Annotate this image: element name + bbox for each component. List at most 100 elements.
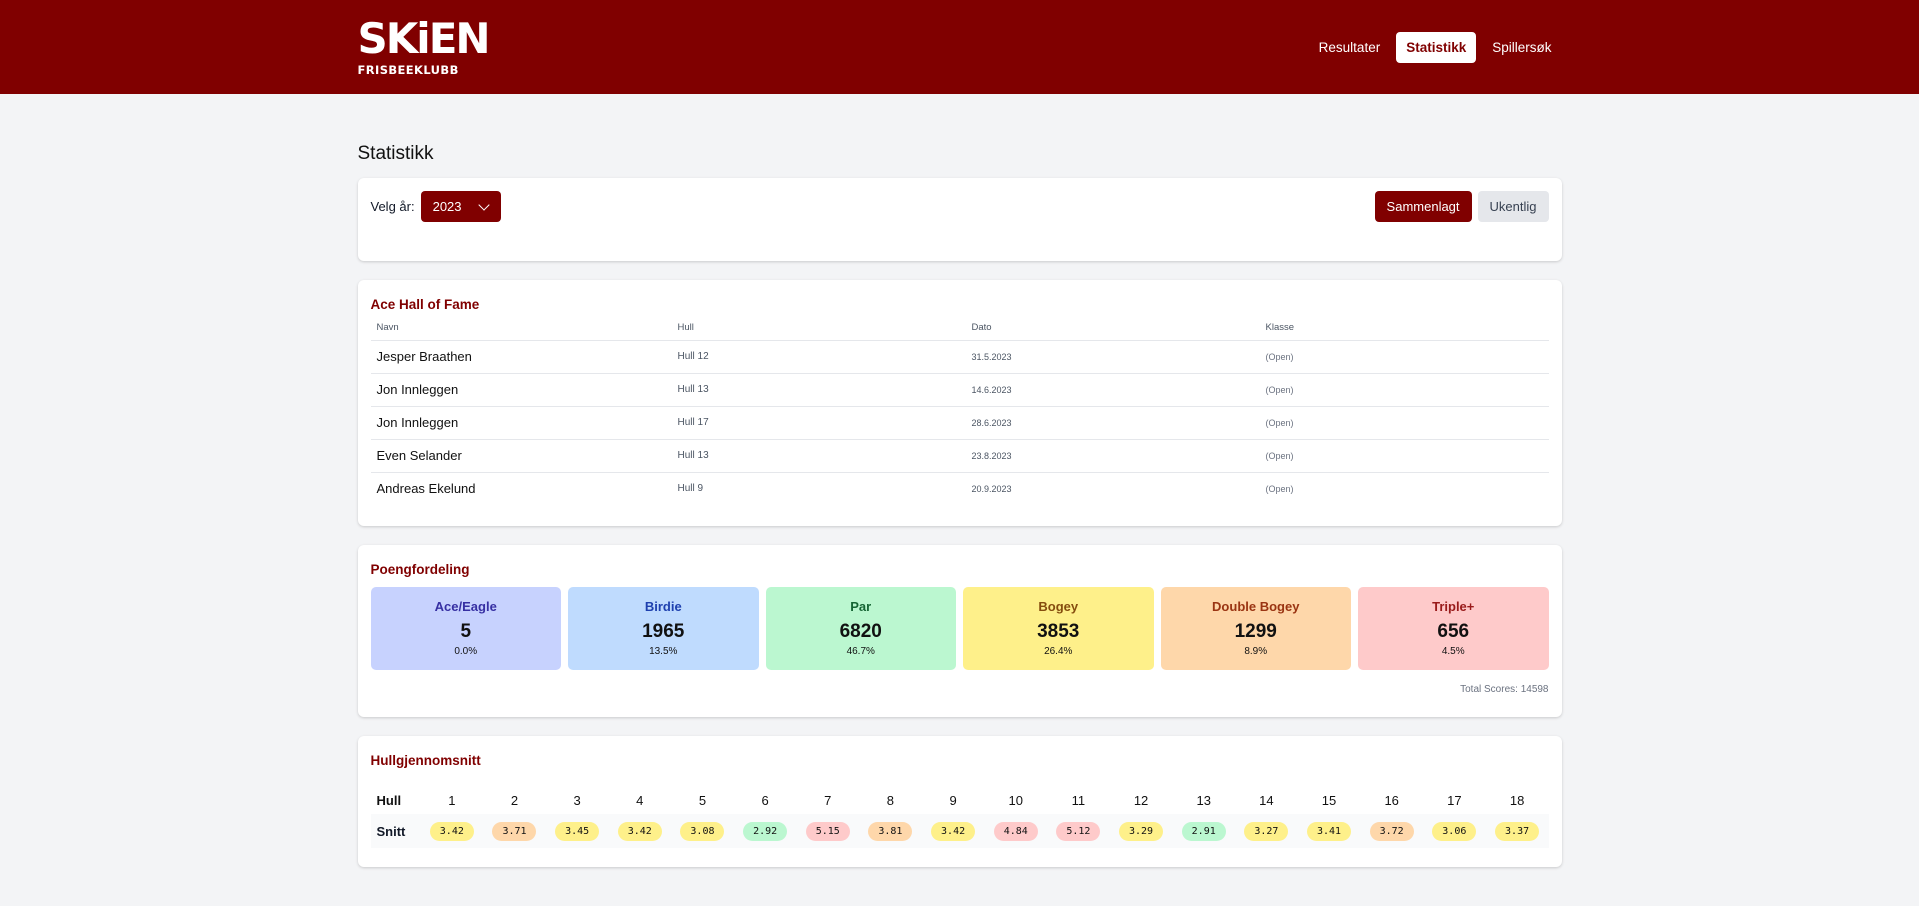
ace-player-name: Jon Innleggen [370, 406, 672, 440]
hole-averages-card: Hullgjennomsnitt Hull 1 2 3 4 5 6 7 8 9 10 11 12 13 1… [357, 736, 1562, 867]
hole-average-cell: 3.41 [1298, 814, 1361, 848]
ace-date: 20.9.2023 [971, 483, 1012, 494]
dist-percent: 46.7% [846, 646, 875, 657]
dist-label: Ace/Eagle [434, 599, 497, 614]
dist-label: Triple+ [1432, 599, 1475, 614]
sammenlagt-button[interactable]: Sammenlagt [1374, 191, 1472, 222]
hole-number: 2 [510, 792, 519, 808]
main-content: Statistikk Velg år: 2023 Sammenlagt Uken… [357, 94, 1562, 867]
dist-count: 6820 [839, 621, 882, 642]
dist-box-triple-plus: Triple+ 656 4.5% [1358, 587, 1549, 670]
view-mode-toggle: Sammenlagt Ukentlig [1374, 191, 1549, 222]
table-row: Jesper Braathen Hull 12 31.5.2023 (Open) [370, 340, 1549, 374]
hole-average-cell: 4.84 [984, 814, 1047, 848]
hole-row-header: Hull [376, 792, 402, 808]
year-select[interactable]: 2023 [420, 191, 501, 222]
column-header-hull: Hull [671, 322, 966, 341]
dist-percent: 26.4% [1044, 646, 1073, 657]
ace-table: Navn Hull Dato Klasse Jesper Braathen Hu… [370, 322, 1549, 505]
hole-averages-section-title: Hullgjennomsnitt [370, 753, 481, 768]
hole-average-badge: 3.27 [1244, 822, 1289, 841]
page-title: Statistikk [357, 143, 434, 164]
table-row: Andreas Ekelund Hull 9 20.9.2023 (Open) [371, 472, 1549, 505]
hole-average-badge: 3.41 [1307, 822, 1352, 841]
ace-section-title: Ace Hall of Fame [370, 297, 480, 312]
distribution-section-title: Poengfordeling [370, 562, 470, 577]
year-select-value: 2023 [432, 199, 462, 214]
hole-average-cell: 3.06 [1423, 814, 1486, 848]
dist-percent: 0.0% [454, 646, 478, 657]
dist-label: Par [850, 599, 872, 614]
hole-average-cell: 2.91 [1172, 814, 1235, 848]
hole-average-cell: 3.72 [1360, 814, 1423, 848]
nav-statistikk[interactable]: Statistikk [1396, 31, 1477, 63]
average-row-header: Snitt [376, 823, 406, 839]
dist-count: 656 [1437, 621, 1470, 642]
ace-player-name: Andreas Ekelund [376, 481, 476, 497]
ace-hall-of-fame-card: Ace Hall of Fame Navn Hull Dato Klasse J… [357, 280, 1562, 526]
hole-average-badge: 2.91 [1181, 822, 1226, 841]
total-scores: Total Scores: 14598 [1460, 684, 1549, 695]
year-label: Velg år: [370, 199, 415, 214]
dist-box-double-bogey: Double Bogey 1299 8.9% [1160, 587, 1351, 670]
hole-average-cell: 3.81 [859, 814, 922, 848]
column-header-klasse: Klasse [1259, 322, 1549, 341]
nav-resultater[interactable]: Resultater [1309, 32, 1391, 63]
hole-average-badge: 5.12 [1056, 822, 1101, 841]
club-logo[interactable]: SKiEN FRISBEEKLUBB [357, 18, 491, 78]
hole-number: 3 [573, 792, 581, 808]
hole-averages-table: Hull 1 2 3 4 5 6 7 8 9 10 11 12 13 14 15 16 17 18 Snitt 3… [370, 786, 1549, 848]
hole-average-badge: 3.29 [1119, 822, 1164, 841]
table-row: Jon Innleggen Hull 17 28.6.2023 (Open) [370, 406, 1549, 440]
dist-box-bogey: Bogey 3853 26.4% [963, 587, 1154, 670]
hole-number: 12 [1133, 792, 1149, 808]
table-row: Even Selander Hull 13 23.8.2023 (Open) [370, 439, 1549, 473]
hole-number: 8 [886, 792, 895, 808]
dist-count: 5 [460, 621, 472, 642]
ace-hole: Hull 13 [671, 373, 966, 407]
ace-class: (Open) [1265, 483, 1294, 494]
year-filter: Velg år: 2023 [371, 191, 501, 222]
dist-label: Double Bogey [1212, 599, 1300, 614]
hole-average-cell: 3.45 [546, 814, 609, 848]
ukentlig-button[interactable]: Ukentlig [1477, 191, 1549, 222]
ace-class: (Open) [1259, 439, 1549, 473]
hole-number: 6 [761, 792, 769, 808]
ace-class: (Open) [1259, 340, 1549, 374]
hole-average-cell: 2.92 [734, 814, 797, 848]
hole-average-cell: 3.42 [421, 814, 484, 848]
logo-subtitle: FRISBEEKLUBB [357, 63, 459, 77]
hole-average-cell: 3.71 [483, 814, 546, 848]
table-row: Snitt 3.42 3.71 3.45 3.42 3.08 2.92 5.15 3.81 3.… [370, 814, 1549, 848]
hole-average-badge: 3.37 [1495, 822, 1540, 841]
ace-player-name: Even Selander [370, 439, 672, 473]
dist-percent: 13.5% [649, 646, 678, 657]
hole-number: 1 [448, 792, 456, 808]
hole-average-badge: 5.15 [805, 822, 850, 841]
hole-average-cell: 3.27 [1235, 814, 1298, 848]
ace-hole: Hull 9 [677, 483, 704, 495]
hole-number: 18 [1509, 792, 1525, 808]
ace-player-name: Jesper Braathen [370, 340, 672, 374]
ace-date: 14.6.2023 [965, 373, 1260, 407]
ace-player-name: Jon Innleggen [370, 373, 672, 407]
hole-average-cell: 3.42 [922, 814, 985, 848]
ace-hole: Hull 13 [671, 439, 966, 473]
dist-label: Bogey [1038, 599, 1079, 614]
nav-spillersok[interactable]: Spillersøk [1482, 32, 1561, 63]
dist-count: 1965 [642, 621, 685, 642]
hole-average-badge: 3.08 [680, 822, 725, 841]
ace-hole: Hull 12 [671, 340, 966, 374]
column-header-navn: Navn [370, 322, 672, 341]
hole-number: 15 [1321, 792, 1337, 808]
hole-average-badge: 4.84 [993, 822, 1038, 841]
hole-average-badge: 3.42 [429, 822, 474, 841]
dist-count: 1299 [1234, 621, 1277, 642]
dist-label: Birdie [644, 599, 682, 614]
score-distribution-card: Poengfordeling Ace/Eagle 5 0.0% Birdie 1… [357, 545, 1562, 717]
hole-number: 10 [1008, 792, 1023, 808]
ace-class: (Open) [1259, 373, 1549, 407]
dist-box-birdie: Birdie 1965 13.5% [568, 587, 759, 670]
dist-box-ace-eagle: Ace/Eagle 5 0.0% [370, 587, 561, 670]
hole-average-badge: 3.72 [1369, 822, 1414, 841]
